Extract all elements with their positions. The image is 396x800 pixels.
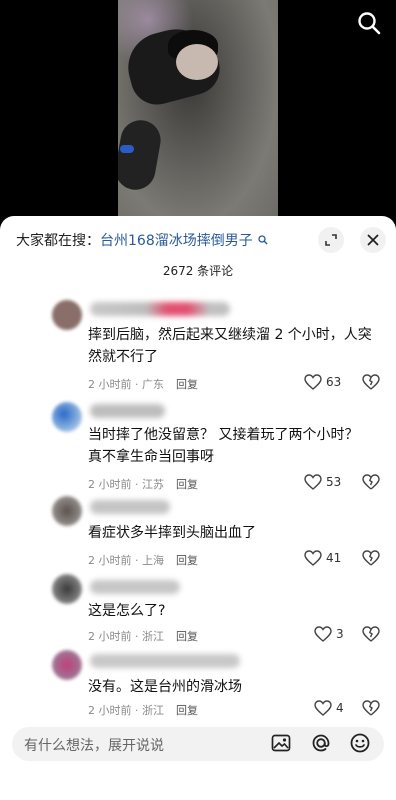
comment-time: 2 小时前: [88, 478, 132, 491]
broken-heart-icon[interactable]: [362, 374, 380, 394]
avatar[interactable]: [52, 574, 82, 604]
comment-text-line: 当时摔了他没留意？ 又接着玩了两个小时？: [88, 427, 359, 443]
comment-meta: 2 小时前 · 浙江 回复: [88, 704, 198, 717]
broken-heart-icon[interactable]: [362, 700, 380, 720]
comment-text-line: 真不拿生命当回事呀: [88, 449, 214, 465]
image-icon[interactable]: [270, 732, 292, 754]
hot-search-link[interactable]: 大家都在搜：台州168溜冰场摔倒男子: [16, 230, 268, 250]
comment-text-line: 然就不行了: [88, 349, 158, 365]
heart-icon: [304, 474, 322, 490]
heart-icon: [314, 626, 332, 642]
search-small-icon: [255, 235, 269, 248]
comment-sheet: 大家都在搜：台州168溜冰场摔倒男子 2672 条评论 摔到后脑，然后起来又继续…: [0, 216, 396, 800]
comment-text: 当时摔了他没留意？ 又接着玩了两个小时？ 真不拿生命当回事呀: [88, 424, 386, 468]
comment-text-line: 看症状多半摔到头脑出血了: [88, 525, 256, 541]
comment-text: 看症状多半摔到头脑出血了: [88, 522, 386, 544]
username-blurred[interactable]: [90, 580, 180, 594]
like-count: 63: [326, 375, 342, 389]
heart-icon: [314, 700, 332, 716]
comment-location: 浙江: [142, 704, 164, 717]
reply-button[interactable]: 回复: [176, 704, 198, 717]
username-blurred[interactable]: [90, 404, 165, 418]
username-blurred[interactable]: [90, 302, 230, 316]
hot-search-keyword[interactable]: 台州168溜冰场摔倒男子: [100, 233, 253, 249]
close-icon[interactable]: [360, 227, 386, 253]
comment-text: 这是怎么了?: [88, 600, 386, 622]
like-button[interactable]: 4: [314, 700, 344, 716]
comment-input-bar: 有什么想法，展开说说: [0, 718, 396, 800]
comment-time: 2 小时前: [88, 630, 132, 643]
reply-button[interactable]: 回复: [176, 478, 198, 491]
broken-heart-icon[interactable]: [362, 474, 380, 494]
comment-time: 2 小时前: [88, 378, 132, 391]
comment-meta: 2 小时前 · 上海 回复: [88, 554, 198, 567]
comment-text-line: 摔到后脑，然后起来又继续溜 2 个小时，人突: [88, 327, 372, 343]
username-blurred[interactable]: [90, 654, 240, 668]
like-button[interactable]: 53: [304, 474, 341, 490]
expand-icon[interactable]: [318, 227, 344, 253]
like-button[interactable]: 63: [304, 374, 341, 390]
comment-text-line: 这是怎么了?: [88, 603, 166, 619]
comment-location: 浙江: [142, 630, 164, 643]
comment-text: 没有。这是台州的滑冰场: [88, 676, 386, 698]
comment-location: 江苏: [142, 478, 164, 491]
heart-icon: [304, 374, 322, 390]
comment-meta: 2 小时前 · 江苏 回复: [88, 478, 198, 491]
comment-input[interactable]: 有什么想法，展开说说: [12, 727, 384, 761]
comment-text-line: 没有。这是台州的滑冰场: [88, 679, 242, 695]
comment-text: 摔到后脑，然后起来又继续溜 2 个小时，人突 然就不行了: [88, 324, 386, 368]
video-figure-face: [176, 44, 218, 80]
comment-time: 2 小时前: [88, 704, 132, 717]
broken-heart-icon[interactable]: [362, 550, 380, 570]
like-count: 53: [326, 475, 342, 489]
emoji-icon[interactable]: [349, 732, 371, 754]
avatar[interactable]: [52, 300, 82, 330]
comment-location: 上海: [142, 554, 164, 567]
reply-button[interactable]: 回复: [176, 378, 198, 391]
like-button[interactable]: 41: [304, 550, 341, 566]
like-count: 41: [326, 551, 342, 565]
at-mention-icon[interactable]: [310, 732, 332, 754]
search-icon[interactable]: [356, 10, 382, 36]
comment-time: 2 小时前: [88, 554, 132, 567]
comment-meta: 2 小时前 · 广东 回复: [88, 378, 198, 391]
username-blurred[interactable]: [90, 500, 170, 514]
avatar[interactable]: [52, 496, 82, 526]
video-figure-arm: [118, 117, 164, 193]
heart-icon: [304, 550, 322, 566]
comment-location: 广东: [142, 378, 164, 391]
broken-heart-icon[interactable]: [362, 626, 380, 646]
comment-meta: 2 小时前 · 浙江 回复: [88, 630, 198, 643]
hot-search-prefix: 大家都在搜：: [16, 233, 100, 249]
video-figure-wristband: [120, 145, 134, 153]
reply-button[interactable]: 回复: [176, 630, 198, 643]
comment-input-placeholder: 有什么想法，展开说说: [24, 738, 164, 754]
like-count: 4: [336, 701, 344, 715]
avatar[interactable]: [52, 650, 82, 680]
avatar[interactable]: [52, 402, 82, 432]
comment-count: 2672 条评论: [162, 264, 234, 278]
like-count: 3: [336, 627, 344, 641]
reply-button[interactable]: 回复: [176, 554, 198, 567]
video-frame[interactable]: [118, 0, 278, 226]
video-player[interactable]: [0, 0, 396, 226]
like-button[interactable]: 3: [314, 626, 344, 642]
